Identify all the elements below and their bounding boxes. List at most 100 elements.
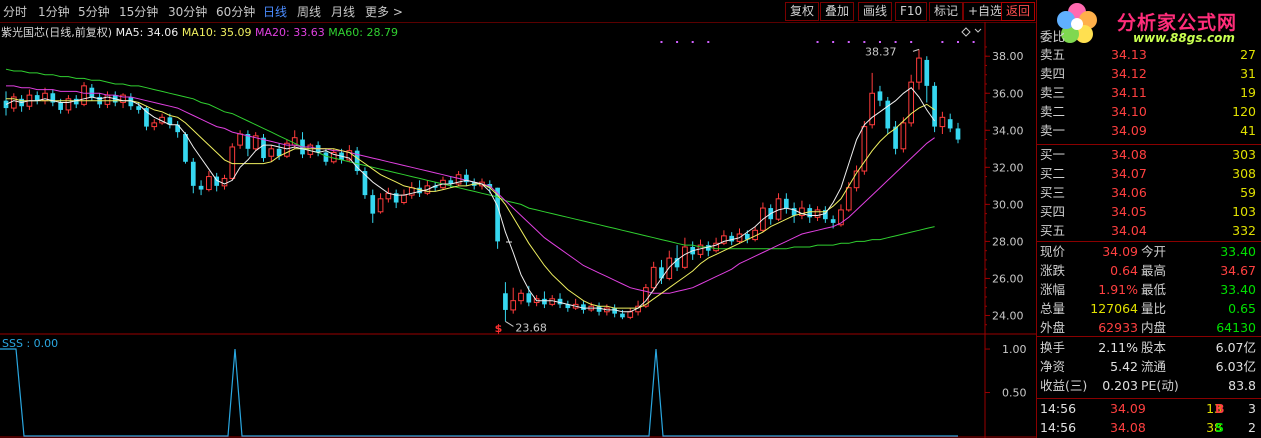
stat-label: 量比: [1141, 301, 1167, 316]
candle-body: [845, 187, 852, 211]
tab-daily[interactable]: 日线: [263, 3, 287, 20]
candle-body: [729, 235, 735, 242]
candle-body: [900, 122, 907, 150]
stat-value: 6.03亿: [1215, 359, 1256, 374]
adjust-button[interactable]: 复权: [785, 2, 820, 21]
stat-label: 流通: [1141, 359, 1167, 374]
ask-volume: 19: [1240, 85, 1256, 100]
overlay-button[interactable]: 叠加: [820, 2, 855, 21]
f10-button[interactable]: F10: [895, 2, 928, 21]
tab-fenshi[interactable]: 分时: [3, 3, 27, 20]
sss-line: [0, 348, 958, 437]
stat-value: 33.40: [1220, 244, 1256, 259]
tick-time: 14:56: [1040, 420, 1077, 435]
stat-label: 内盘: [1141, 320, 1167, 335]
bid-volume: 308: [1232, 166, 1256, 181]
signal-dot: [676, 41, 679, 43]
signal-dot: [707, 41, 710, 43]
bid-row: 买一 34.08 303: [1037, 146, 1261, 164]
candle-body: [783, 198, 789, 209]
divider: [1037, 144, 1261, 145]
tab-weekly[interactable]: 周线: [297, 3, 321, 20]
candle-body: [183, 134, 188, 162]
candle-body: [518, 292, 524, 302]
tick-side: B: [1215, 401, 1225, 416]
ask-label: 卖四: [1040, 66, 1066, 81]
candle-body: [526, 293, 532, 303]
divider: [1037, 241, 1261, 242]
candle-body: [261, 137, 266, 159]
ask-label: 卖五: [1040, 47, 1066, 62]
candle-body: [955, 128, 961, 140]
draw-line-button[interactable]: 画线: [858, 2, 893, 21]
stat-label: 外盘: [1040, 320, 1066, 335]
stat-row: 收益(三) 0.203 PE(动) 83.8: [1037, 377, 1261, 395]
candle-body: [627, 311, 634, 318]
tab-more[interactable]: 更多 >: [365, 3, 403, 20]
mark-button[interactable]: 标记: [929, 2, 964, 21]
candle-body: [814, 209, 821, 218]
bid-label: 买四: [1040, 204, 1066, 219]
candle-body: [136, 106, 141, 110]
signal-dot: [894, 41, 897, 43]
candle-body: [73, 98, 79, 105]
quote-panel: 分析家公式网 www.88gs.com 委比 卖五 34.13 27 卖四 34.12 3…: [1036, 0, 1261, 438]
chevron-down-icon: [974, 28, 982, 33]
candle-body: [581, 304, 586, 310]
stat-label: 股本: [1141, 340, 1167, 355]
ask-price: 34.10: [1111, 104, 1147, 119]
tick-price: 34.09: [1110, 401, 1146, 416]
weibi-label: 委比: [1040, 29, 1066, 44]
bid-volume: 332: [1232, 223, 1256, 238]
bid-price: 34.04: [1111, 223, 1147, 238]
tab-60min[interactable]: 60分钟: [216, 3, 255, 20]
tab-1min[interactable]: 1分钟: [38, 3, 70, 20]
back-button[interactable]: 返回: [1001, 2, 1036, 21]
ask-price: 34.13: [1111, 47, 1147, 62]
signal-dot: [972, 41, 975, 43]
stat-value: 0.203: [1102, 378, 1138, 393]
ask-row: 卖四 34.12 31: [1037, 65, 1261, 83]
y-tick-label: 30.00: [992, 198, 1024, 211]
stat-label: 最低: [1141, 282, 1167, 297]
candle-body: [190, 161, 196, 186]
stat-value: 5.42: [1110, 359, 1138, 374]
candle-body: [81, 85, 87, 105]
stat-label: 换手: [1040, 340, 1066, 355]
candle-body: [237, 133, 243, 146]
y-tick-label: 28.00: [992, 235, 1024, 248]
tick-side: S: [1215, 420, 1225, 435]
tick-count: 2: [1248, 420, 1256, 435]
ask-volume: 120: [1232, 104, 1256, 119]
candle-body: [510, 300, 517, 311]
stat-value: 64130: [1216, 320, 1256, 335]
bid-row: 买二 34.07 308: [1037, 165, 1261, 183]
bid-price: 34.07: [1111, 166, 1147, 181]
stat-row: 涨幅 1.91% 最低 33.40: [1037, 281, 1261, 299]
tab-15min[interactable]: 15分钟: [119, 3, 158, 20]
signal-dot: [941, 41, 944, 43]
signal-dot: [660, 41, 663, 43]
signal-dot: [863, 41, 866, 43]
ask-label: 卖三: [1040, 85, 1066, 100]
candle-body: [401, 194, 407, 204]
period-toolbar: 分时 1分钟 5分钟 15分钟 30分钟 60分钟 日线 周线 月线 更多 > …: [0, 0, 1036, 23]
ask-row: 卖一 34.09 41: [1037, 122, 1261, 140]
stat-value: 0.65: [1228, 301, 1256, 316]
trade-tick-row: 14:56 34.08 38 S 2: [1037, 419, 1261, 437]
kline-chart[interactable]: 24.00 26.00 28.00 30.00 32.00 34.00 36.00 38.00…: [0, 22, 1036, 438]
bid-volume: 59: [1240, 185, 1256, 200]
candle-body: [323, 152, 329, 162]
stat-row: 总量 127064 量比 0.65: [1037, 300, 1261, 318]
trade-tick-row: 14:56 34.09 13 B 3: [1037, 400, 1261, 418]
y-tick-label: 24.00: [992, 309, 1024, 322]
candle-body: [924, 59, 930, 86]
tab-5min[interactable]: 5分钟: [78, 3, 110, 20]
stat-label: 最高: [1141, 263, 1167, 278]
tab-monthly[interactable]: 月线: [331, 3, 355, 20]
tab-30min[interactable]: 30分钟: [168, 3, 207, 20]
y-tick-label: 34.00: [992, 124, 1024, 137]
signal-marker: $: [495, 322, 503, 335]
y-tick-label: 32.00: [992, 161, 1024, 174]
signal-dot: [910, 41, 913, 43]
